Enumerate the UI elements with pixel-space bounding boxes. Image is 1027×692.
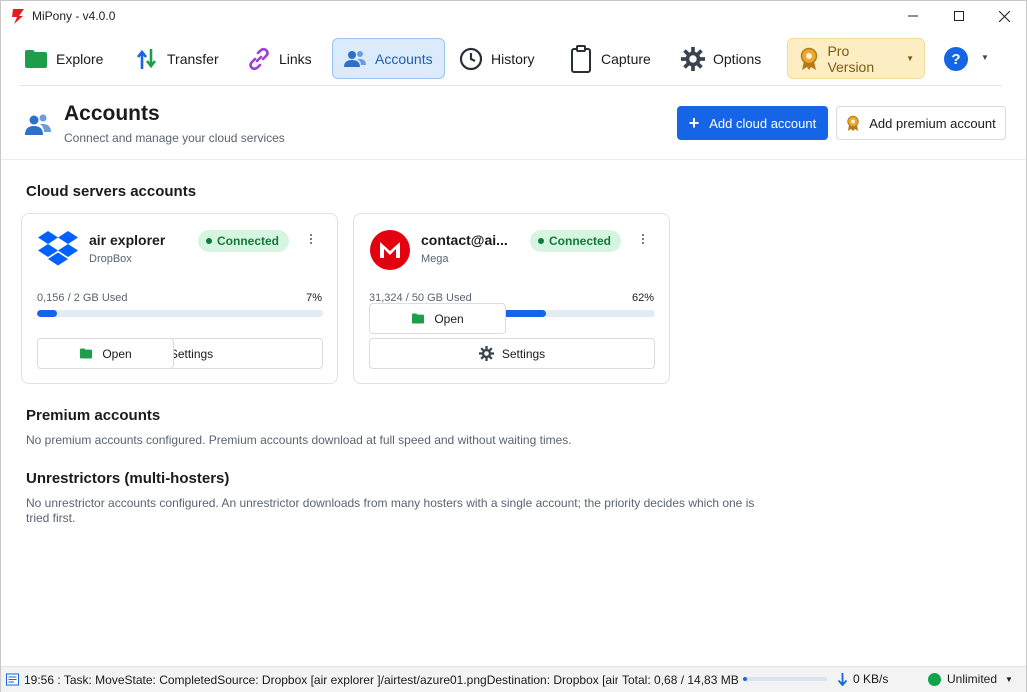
page-subtitle: Connect and manage your cloud services (64, 131, 285, 145)
pro-version-label: Pro Version (827, 42, 875, 75)
status-badge: Connected (198, 230, 290, 252)
folder-icon (24, 47, 48, 71)
folder-icon (80, 348, 93, 359)
status-dot-icon (538, 238, 544, 244)
pro-version-button[interactable]: Pro Version ▼ (787, 38, 925, 79)
account-settings-button[interactable]: Settings (369, 338, 655, 369)
account-provider: DropBox (89, 253, 132, 265)
speed-limit-value: Unlimited (947, 672, 998, 686)
plus-icon: + (688, 112, 700, 133)
unrestrictors-empty-text-line2: tried first. (26, 511, 76, 525)
minimize-button[interactable] (890, 1, 936, 31)
accounts-header-icon (25, 114, 51, 135)
speed-limit-status-icon (928, 672, 941, 686)
add-premium-account-label: Add premium account (869, 115, 996, 131)
tab-transfer[interactable]: Transfer (125, 38, 229, 79)
unrestrictors-section-title: Unrestrictors (multi-hosters) (26, 470, 230, 487)
cloud-accounts-section-title: Cloud servers accounts (26, 183, 197, 200)
transfer-arrows-icon (135, 47, 159, 71)
open-account-label: Open (102, 346, 132, 361)
unrestrictors-empty-text-line1: No unrestrictor accounts configured. An … (26, 496, 755, 510)
log-icon[interactable] (6, 673, 19, 686)
close-button[interactable] (981, 1, 1027, 31)
dropbox-logo-icon (38, 231, 78, 266)
total-progress-fill (743, 677, 748, 681)
account-name: air explorer (89, 232, 166, 248)
open-account-button[interactable]: Open (369, 303, 506, 334)
users-icon (343, 47, 367, 71)
gear-icon (478, 346, 494, 361)
download-speed[interactable]: 0 KB/s (838, 672, 888, 686)
tab-options-label: Options (713, 50, 762, 67)
account-settings-label: Settings (501, 346, 546, 361)
status-badge: Connected (530, 230, 622, 252)
status-task-text[interactable]: 19:56 : Task: MoveState: CompletedSource… (24, 673, 618, 687)
close-icon (998, 10, 1010, 22)
status-badge-label: Connected (217, 234, 280, 248)
account-provider: Mega (421, 253, 449, 265)
tab-options[interactable]: Options (671, 38, 771, 79)
tab-accounts[interactable]: Accounts (332, 38, 445, 79)
tab-explore-label: Explore (56, 50, 104, 67)
download-arrow-icon (838, 672, 847, 686)
pro-dropdown-caret-icon: ▼ (906, 54, 914, 63)
storage-percent: 62% (631, 292, 654, 304)
folder-icon (412, 313, 425, 324)
gear-icon (681, 46, 705, 71)
link-icon (247, 47, 271, 71)
status-badge-label: Connected (549, 234, 612, 248)
account-menu-button[interactable] (638, 230, 648, 248)
title-bar: MiPony - v4.0.0 (1, 1, 1026, 31)
status-bar: 19:56 : Task: MoveState: CompletedSource… (1, 666, 1026, 692)
mega-logo-icon (370, 230, 410, 270)
window-title: MiPony - v4.0.0 (32, 9, 116, 23)
chevron-down-icon: ▼ (1005, 674, 1013, 684)
add-cloud-account-button[interactable]: + Add cloud account (677, 106, 828, 140)
clipboard-icon (569, 44, 593, 73)
help-button[interactable]: ? (944, 47, 968, 71)
account-name: contact@ai... (421, 232, 508, 248)
speed-limit-dropdown[interactable]: Unlimited ▼ (928, 672, 1013, 686)
premium-section-title: Premium accounts (26, 407, 161, 424)
maximize-button[interactable] (936, 1, 982, 31)
tab-capture[interactable]: Capture (559, 38, 661, 79)
open-account-label: Open (434, 311, 464, 326)
header-divider (1, 159, 1026, 160)
premium-empty-text: No premium accounts configured. Premium … (26, 433, 572, 447)
add-cloud-account-label: Add cloud account (709, 115, 817, 131)
storage-progress-fill (37, 310, 58, 317)
main-toolbar: Explore Transfer Links Accounts History (1, 31, 1026, 87)
tab-capture-label: Capture (601, 50, 651, 67)
cloud-account-card: contact@ai... Mega Connected 31,324 / 50… (353, 213, 670, 384)
open-account-button[interactable]: Open (37, 338, 174, 369)
minimize-icon (908, 15, 918, 17)
award-badge-icon (847, 115, 859, 131)
tab-links-label: Links (279, 50, 312, 67)
status-total: Total: 0,68 / 14,83 MB (622, 673, 739, 687)
account-menu-button[interactable] (306, 230, 316, 248)
tab-accounts-label: Accounts (375, 50, 433, 67)
status-dot-icon (206, 238, 212, 244)
tab-history-label: History (491, 50, 535, 67)
storage-progress-bar (37, 310, 323, 317)
help-dropdown-caret-icon[interactable]: ▼ (981, 53, 989, 62)
page-title: Accounts (64, 102, 160, 125)
account-settings-label: Settings (169, 346, 214, 361)
total-progress-bar (743, 677, 827, 681)
storage-percent: 7% (306, 292, 322, 304)
maximize-icon (954, 11, 964, 21)
tab-links[interactable]: Links (237, 38, 322, 79)
clock-icon (459, 47, 483, 71)
tab-transfer-label: Transfer (167, 50, 219, 67)
tab-history[interactable]: History (449, 38, 545, 79)
toolbar-divider (19, 85, 1002, 86)
award-badge-icon (798, 47, 819, 71)
tab-explore[interactable]: Explore (14, 38, 113, 79)
app-window: MiPony - v4.0.0 Explore Transfer Links A… (0, 0, 1027, 692)
download-speed-value: 0 KB/s (853, 672, 889, 686)
storage-usage: 0,156 / 2 GB Used (37, 292, 128, 304)
app-logo-icon (12, 9, 24, 24)
add-premium-account-button[interactable]: Add premium account (836, 106, 1006, 140)
